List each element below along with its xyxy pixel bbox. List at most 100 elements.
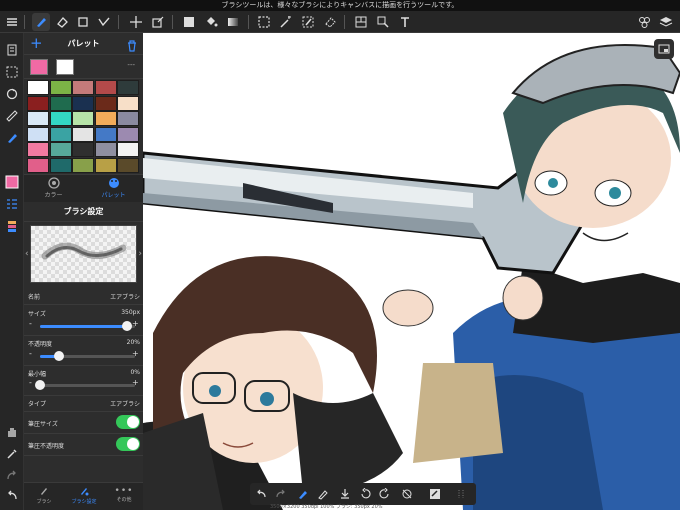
palette-swatch[interactable] xyxy=(117,95,140,111)
palette-swatch[interactable] xyxy=(117,80,140,95)
tab-brush[interactable]: ブラシ xyxy=(24,486,64,505)
palette-swatch[interactable] xyxy=(94,95,117,111)
size-plus-button[interactable]: + xyxy=(132,319,139,328)
palette-swatch[interactable] xyxy=(72,111,95,126)
ruler-icon[interactable] xyxy=(3,107,21,125)
dropper-tool-icon[interactable] xyxy=(374,13,392,31)
snap-tool-icon[interactable] xyxy=(95,13,113,31)
menu-icon[interactable] xyxy=(3,13,21,31)
redo-icon[interactable] xyxy=(274,487,288,501)
palette-swatch[interactable] xyxy=(117,111,140,126)
brush-quick-icon[interactable] xyxy=(296,487,310,501)
brush-settings-header: ブラシ設定 xyxy=(24,202,143,222)
chevron-right-icon[interactable]: › xyxy=(138,249,142,259)
opacity-minus-button[interactable]: - xyxy=(29,349,32,358)
fit-view-icon[interactable] xyxy=(428,487,442,501)
tab-color[interactable]: カラー xyxy=(24,177,83,199)
palette-swatch[interactable] xyxy=(49,157,72,173)
palette-swatch[interactable] xyxy=(94,157,117,173)
move-tool-icon[interactable] xyxy=(127,13,145,31)
palette-swatch[interactable] xyxy=(117,126,140,142)
main-color-swatch[interactable] xyxy=(30,59,48,75)
palette-swatch[interactable] xyxy=(27,80,49,95)
opacity-plus-button[interactable]: + xyxy=(132,349,139,358)
grip-icon[interactable] xyxy=(454,487,468,501)
rotate-right-icon[interactable] xyxy=(378,487,392,501)
palette-swatch[interactable] xyxy=(27,95,49,111)
palette-swatch[interactable] xyxy=(72,126,95,142)
palette-swatch[interactable] xyxy=(72,95,95,111)
pen-settings-icon[interactable] xyxy=(3,129,21,147)
layer-stack-icon[interactable] xyxy=(3,217,21,235)
sub-color-swatch[interactable] xyxy=(56,59,74,75)
size-slider[interactable] xyxy=(40,321,135,331)
magic-wand-icon[interactable] xyxy=(277,13,295,31)
pen-quick-icon[interactable] xyxy=(316,487,330,501)
panel-bottom-tabs: ブラシ ブラシ設定 ••• その他 xyxy=(24,482,143,510)
select-tool-icon[interactable] xyxy=(255,13,273,31)
brush-type-row[interactable]: タイプ エアブラシ xyxy=(28,399,140,408)
materials-icon[interactable] xyxy=(635,13,653,31)
palette-swatch[interactable] xyxy=(94,126,117,142)
size-minus-button[interactable]: - xyxy=(29,319,32,328)
palette-swatch[interactable] xyxy=(49,95,72,111)
palette-swatch[interactable] xyxy=(117,142,140,157)
reset-view-icon[interactable] xyxy=(400,487,414,501)
eyedropper-icon[interactable] xyxy=(3,445,21,463)
transform-tool-icon[interactable] xyxy=(149,13,167,31)
redo-icon[interactable] xyxy=(3,467,21,485)
shape-tool-icon[interactable] xyxy=(74,13,92,31)
undo-icon[interactable] xyxy=(3,487,21,505)
size-value: 350px xyxy=(121,309,140,316)
trash-icon[interactable] xyxy=(127,37,137,56)
layers-icon[interactable] xyxy=(657,13,675,31)
palette-swatch[interactable] xyxy=(49,80,72,95)
save-icon[interactable] xyxy=(338,487,352,501)
chevron-left-icon[interactable]: ‹ xyxy=(25,249,29,259)
reference-window-button[interactable] xyxy=(654,39,674,59)
palette-swatch[interactable] xyxy=(27,157,49,173)
selection-eraser-icon[interactable] xyxy=(321,13,339,31)
frame-divider-icon[interactable] xyxy=(352,13,370,31)
palette-swatch[interactable] xyxy=(72,80,95,95)
palette-swatch[interactable] xyxy=(72,157,95,173)
undo-icon[interactable] xyxy=(254,487,268,501)
gradient-tool-icon[interactable] xyxy=(224,13,242,31)
color-indicator-icon[interactable] xyxy=(3,173,21,191)
palette-swatch[interactable] xyxy=(49,111,72,126)
pressure-opacity-toggle[interactable] xyxy=(116,437,140,451)
selection-pen-icon[interactable] xyxy=(299,13,317,31)
palette-swatch[interactable] xyxy=(94,111,117,126)
hand-tool-icon[interactable] xyxy=(3,423,21,441)
palette-swatch[interactable] xyxy=(72,142,95,157)
page-manager-icon[interactable] xyxy=(3,41,21,59)
property-list-icon[interactable] xyxy=(3,195,21,213)
brush-name-row[interactable]: 名前 エアブラシ xyxy=(28,292,140,301)
bucket-tool-icon[interactable] xyxy=(202,13,220,31)
rotate-view-icon[interactable] xyxy=(3,85,21,103)
palette-swatch[interactable] xyxy=(94,142,117,157)
tab-palette[interactable]: パレット xyxy=(84,177,143,199)
palette-swatch[interactable] xyxy=(49,142,72,157)
text-tool-icon[interactable] xyxy=(396,13,414,31)
drawing-canvas[interactable] xyxy=(143,33,680,510)
palette-swatch[interactable] xyxy=(49,126,72,142)
palette-swatch[interactable] xyxy=(27,126,49,142)
palette-swatch[interactable] xyxy=(27,142,49,157)
palette-swatch[interactable] xyxy=(94,80,117,95)
rotate-left-icon[interactable] xyxy=(358,487,372,501)
pressure-size-toggle[interactable] xyxy=(116,415,140,429)
fill-color-icon[interactable] xyxy=(180,13,198,31)
opacity-slider[interactable] xyxy=(40,351,135,361)
min-width-slider[interactable] xyxy=(35,380,135,390)
min-width-minus-button[interactable]: - xyxy=(29,378,32,387)
eraser-tool-icon[interactable] xyxy=(53,13,71,31)
opacity-value: 20% xyxy=(126,339,140,346)
palette-swatch[interactable] xyxy=(27,111,49,126)
min-width-plus-button[interactable]: + xyxy=(132,378,139,387)
selection-menu-icon[interactable] xyxy=(3,63,21,81)
tab-brush-settings[interactable]: ブラシ設定 xyxy=(64,486,104,505)
tab-other[interactable]: ••• その他 xyxy=(104,486,144,503)
palette-swatch[interactable] xyxy=(117,157,140,173)
brush-tool-icon[interactable] xyxy=(32,13,50,31)
